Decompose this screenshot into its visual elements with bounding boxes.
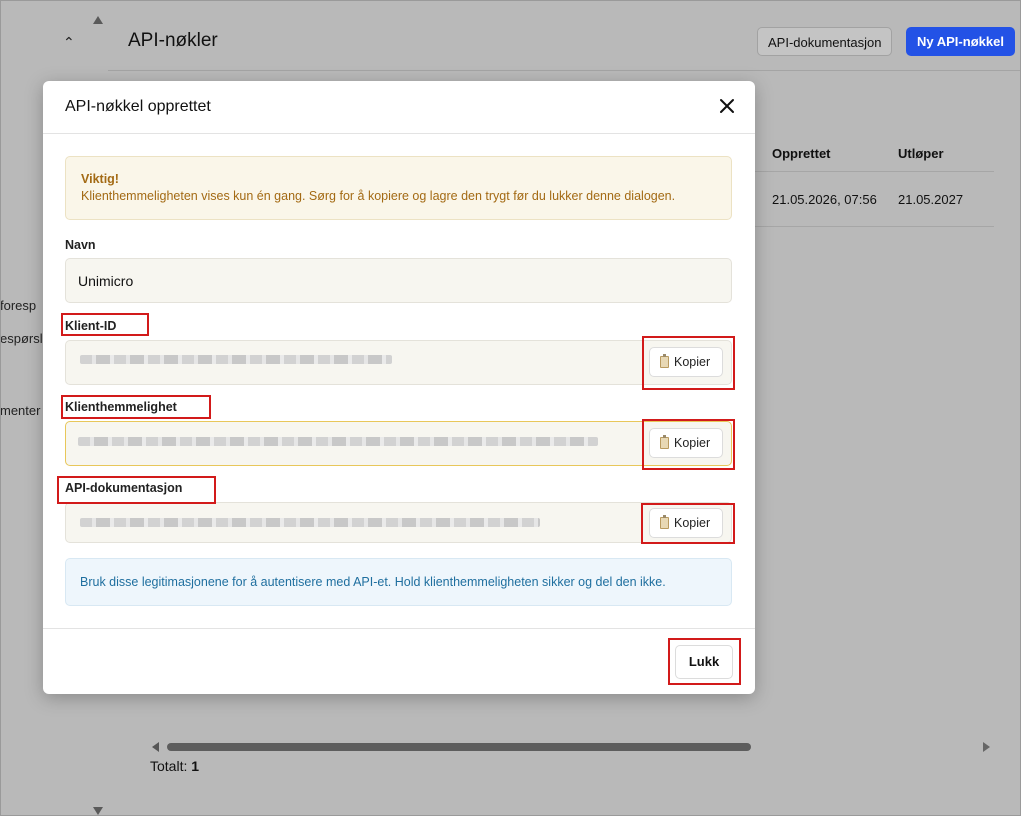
copy-label: Kopier [674,355,711,369]
scroll-up-arrow-icon[interactable] [93,16,103,24]
api-docs-url-redacted [80,518,540,527]
new-api-key-button[interactable]: Ny API-nøkkel [906,27,1015,56]
client-secret-redacted [78,437,598,446]
header-divider [108,70,1021,71]
table-header-divider [755,171,994,172]
chevron-up-icon[interactable]: ⌃ [63,34,75,51]
sidebar-item-requests[interactable]: foresp [0,298,36,313]
total-label: Totalt: [150,758,188,774]
cell-created: 21.05.2026, 07:56 [772,192,877,207]
table-row-divider [755,226,994,227]
warning-title: Viktig! [81,172,119,186]
clipboard-icon [660,354,669,368]
api-docs-button[interactable]: API-dokumentasjon [757,27,893,56]
clipboard-icon [660,435,669,449]
warning-alert: Viktig! Klienthemmeligheten vises kun én… [65,156,732,220]
name-value: Unimicro [78,273,134,289]
client-id-redacted [80,355,392,364]
dialog-header: API-nøkkel opprettet [43,81,755,134]
name-field[interactable]: Unimicro [65,258,732,303]
scroll-down-arrow-icon[interactable] [93,807,103,815]
warning-text: Klienthemmeligheten vises kun én gang. S… [81,189,676,203]
clipboard-icon [660,515,669,529]
column-header-expires[interactable]: Utløper [898,146,944,161]
sidebar-item-documents[interactable]: menter [0,403,40,418]
copy-label: Kopier [674,436,711,450]
api-docs-field[interactable] [65,502,732,543]
dialog-title: API-nøkkel opprettet [65,98,211,115]
dialog-footer-divider [43,628,755,629]
sidebar-item-queries[interactable]: espørsl [0,331,43,346]
client-id-field[interactable] [65,340,732,385]
horizontal-scrollbar[interactable] [167,743,751,751]
copy-api-docs-button[interactable]: Kopier [649,508,724,538]
api-docs-label: API-dokumentasjon [65,481,183,495]
api-key-created-dialog: API-nøkkel opprettet Viktig! Klienthemme… [43,81,755,694]
client-secret-label: Klienthemmelighet [65,400,177,414]
scroll-left-arrow-icon[interactable] [152,742,159,752]
total-count: Totalt: 1 [150,758,199,774]
close-button[interactable]: Lukk [675,645,733,679]
scroll-right-arrow-icon[interactable] [983,742,990,752]
client-id-label: Klient-ID [65,319,117,333]
close-icon[interactable] [717,96,737,116]
client-secret-field[interactable] [65,421,732,466]
copy-client-id-button[interactable]: Kopier [649,347,724,377]
total-value: 1 [191,758,200,774]
column-header-created[interactable]: Opprettet [772,146,831,161]
cell-expires: 21.05.2027 [898,192,964,207]
copy-client-secret-button[interactable]: Kopier [649,428,724,458]
page-title: API-nøkler [128,30,218,51]
name-label: Navn [65,238,96,252]
copy-label: Kopier [674,516,711,530]
info-alert: Bruk disse legitimasjonene for å autenti… [65,558,732,606]
